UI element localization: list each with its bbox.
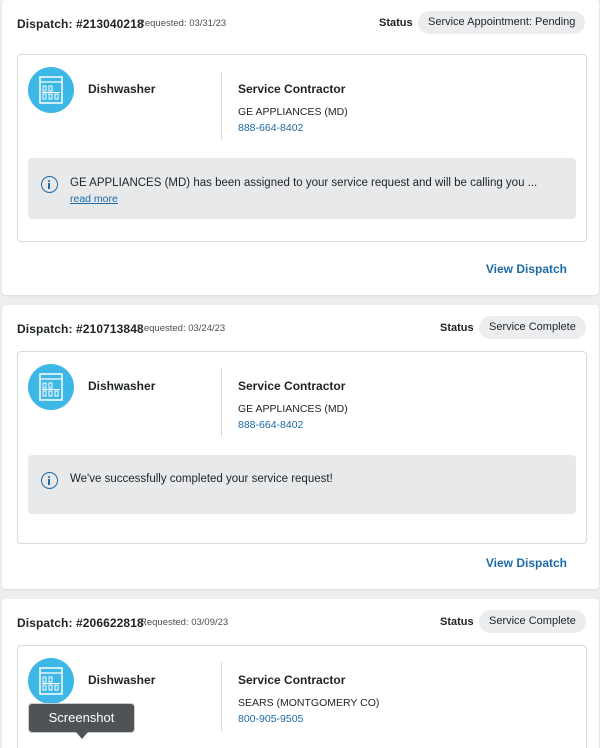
- dispatch-header: Dispatch: #213040218 Requested: 03/31/23…: [2, 0, 599, 50]
- screenshot-tooltip: Screenshot: [28, 703, 135, 733]
- contractor-phone-link[interactable]: 888-664-8402: [238, 122, 303, 134]
- appliance-name: Dishwasher: [88, 82, 156, 96]
- view-dispatch-link[interactable]: View Dispatch: [486, 262, 567, 276]
- divider: [221, 368, 222, 437]
- appliance-name: Dishwasher: [88, 379, 156, 393]
- divider: [221, 71, 222, 140]
- status-label: Status: [440, 616, 474, 628]
- notice-banner: GE APPLIANCES (MD) has been assigned to …: [28, 158, 576, 219]
- status-badge: Service Complete: [479, 316, 586, 339]
- contractor-title: Service Contractor: [238, 82, 346, 96]
- status-label: Status: [440, 322, 474, 334]
- dishwasher-icon: [28, 658, 74, 704]
- contractor-title: Service Contractor: [238, 673, 346, 687]
- contractor-name: GE APPLIANCES (MD): [238, 106, 348, 118]
- dispatch-details: Dishwasher Service Contractor GE APPLIAN…: [17, 351, 587, 544]
- tooltip-arrow: [76, 732, 88, 739]
- contractor-phone-link[interactable]: 800-905-9505: [238, 713, 303, 725]
- requested-date: Requested: 03/31/23: [138, 18, 227, 29]
- contractor-name: GE APPLIANCES (MD): [238, 403, 348, 415]
- notice-banner: We've successfully completed your servic…: [28, 455, 576, 514]
- notice-text: GE APPLIANCES (MD) has been assigned to …: [70, 177, 538, 189]
- requested-date: Requested: 03/24/23: [137, 323, 226, 334]
- requested-date: Requested: 03/09/23: [140, 617, 229, 628]
- divider: [221, 662, 222, 731]
- read-more-link[interactable]: read more: [70, 193, 118, 205]
- dispatch-number: Dispatch: #213040218: [17, 17, 144, 31]
- notice-text: We've successfully completed your servic…: [70, 473, 333, 485]
- dispatch-number: Dispatch: #210713848: [17, 322, 144, 336]
- dispatch-header: Dispatch: #206622818 Requested: 03/09/23…: [2, 599, 599, 649]
- status-badge: Service Appointment: Pending: [418, 11, 586, 34]
- dispatch-card: Dispatch: #213040218 Requested: 03/31/23…: [2, 0, 599, 295]
- contractor-name: SEARS (MONTGOMERY CO): [238, 697, 380, 709]
- dispatch-details: Dishwasher Service Contractor GE APPLIAN…: [17, 54, 587, 242]
- info-icon: [41, 472, 58, 489]
- status-badge: Service Complete: [479, 610, 586, 633]
- dispatch-header: Dispatch: #210713848 Requested: 03/24/23…: [2, 305, 599, 355]
- status-label: Status: [379, 17, 413, 29]
- dispatch-card: Dispatch: #210713848 Requested: 03/24/23…: [2, 305, 599, 589]
- appliance-name: Dishwasher: [88, 673, 156, 687]
- contractor-title: Service Contractor: [238, 379, 346, 393]
- view-dispatch-link[interactable]: View Dispatch: [486, 556, 567, 570]
- dishwasher-icon: [28, 364, 74, 410]
- dishwasher-icon: [28, 67, 74, 113]
- info-icon: [41, 176, 58, 193]
- contractor-phone-link[interactable]: 888-664-8402: [238, 419, 303, 431]
- dispatch-number: Dispatch: #206622818: [17, 616, 144, 630]
